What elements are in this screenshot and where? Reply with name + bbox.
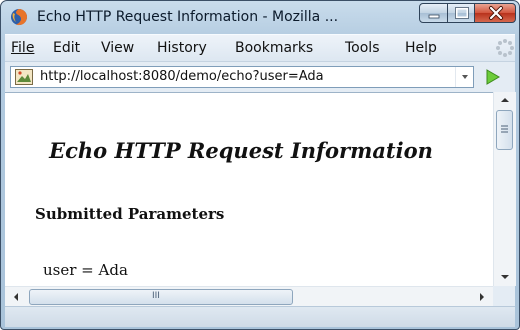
close-icon [489, 6, 503, 20]
grip-icon [501, 125, 508, 133]
navigation-toolbar: http://localhost:8080/demo/echo?user=Ada [5, 61, 515, 92]
title-bar[interactable]: Echo HTTP Request Information - Mozilla … [1, 1, 519, 33]
horizontal-scrollbar[interactable]: III [5, 286, 493, 307]
menu-view[interactable]: View [101, 40, 134, 56]
vertical-scroll-thumb[interactable] [496, 110, 513, 150]
menu-edit[interactable]: Edit [53, 40, 80, 56]
menu-tools[interactable]: Tools [345, 40, 380, 56]
scroll-thumb-grip: III [152, 291, 160, 301]
firefox-logo-icon [11, 9, 28, 26]
page-title: Echo HTTP Request Information [49, 138, 433, 163]
minimize-button[interactable] [419, 3, 448, 23]
close-button[interactable] [474, 3, 516, 23]
go-arrow-icon[interactable] [479, 66, 505, 88]
status-bar [5, 306, 515, 327]
menu-history[interactable]: History [157, 40, 207, 56]
scroll-left-icon[interactable] [11, 291, 21, 303]
scrollbar-corner [493, 286, 515, 306]
browser-window: Echo HTTP Request Information - Mozilla … [0, 0, 520, 330]
menu-file[interactable]: File [11, 40, 34, 56]
menu-file-label: File [11, 40, 35, 56]
site-favicon-icon [15, 69, 33, 85]
url-text: http://localhost:8080/demo/echo?user=Ada [40, 69, 324, 84]
maximize-icon [455, 7, 469, 19]
vertical-scrollbar[interactable] [493, 92, 516, 286]
url-history-dropdown[interactable] [455, 67, 474, 87]
horizontal-scroll-thumb[interactable]: III [29, 289, 293, 305]
menu-help[interactable]: Help [405, 40, 437, 56]
throbber-icon [496, 39, 514, 57]
section-heading: Submitted Parameters [35, 205, 225, 223]
scroll-right-icon[interactable] [477, 291, 487, 303]
address-bar[interactable]: http://localhost:8080/demo/echo?user=Ada [10, 66, 474, 88]
chevron-down-icon [462, 75, 468, 79]
window-title: Echo HTTP Request Information - Mozilla … [37, 9, 339, 25]
parameter-item: user = Ada [43, 261, 128, 279]
maximize-button[interactable] [447, 3, 475, 23]
scroll-up-icon[interactable] [499, 95, 511, 105]
menu-bar: File Edit View History Bookmarks Tools H… [5, 34, 515, 61]
page-content: Echo HTTP Request Information Submitted … [5, 92, 493, 287]
scroll-down-icon[interactable] [499, 272, 511, 282]
menu-bookmarks[interactable]: Bookmarks [235, 40, 313, 56]
minimize-icon [428, 14, 440, 19]
